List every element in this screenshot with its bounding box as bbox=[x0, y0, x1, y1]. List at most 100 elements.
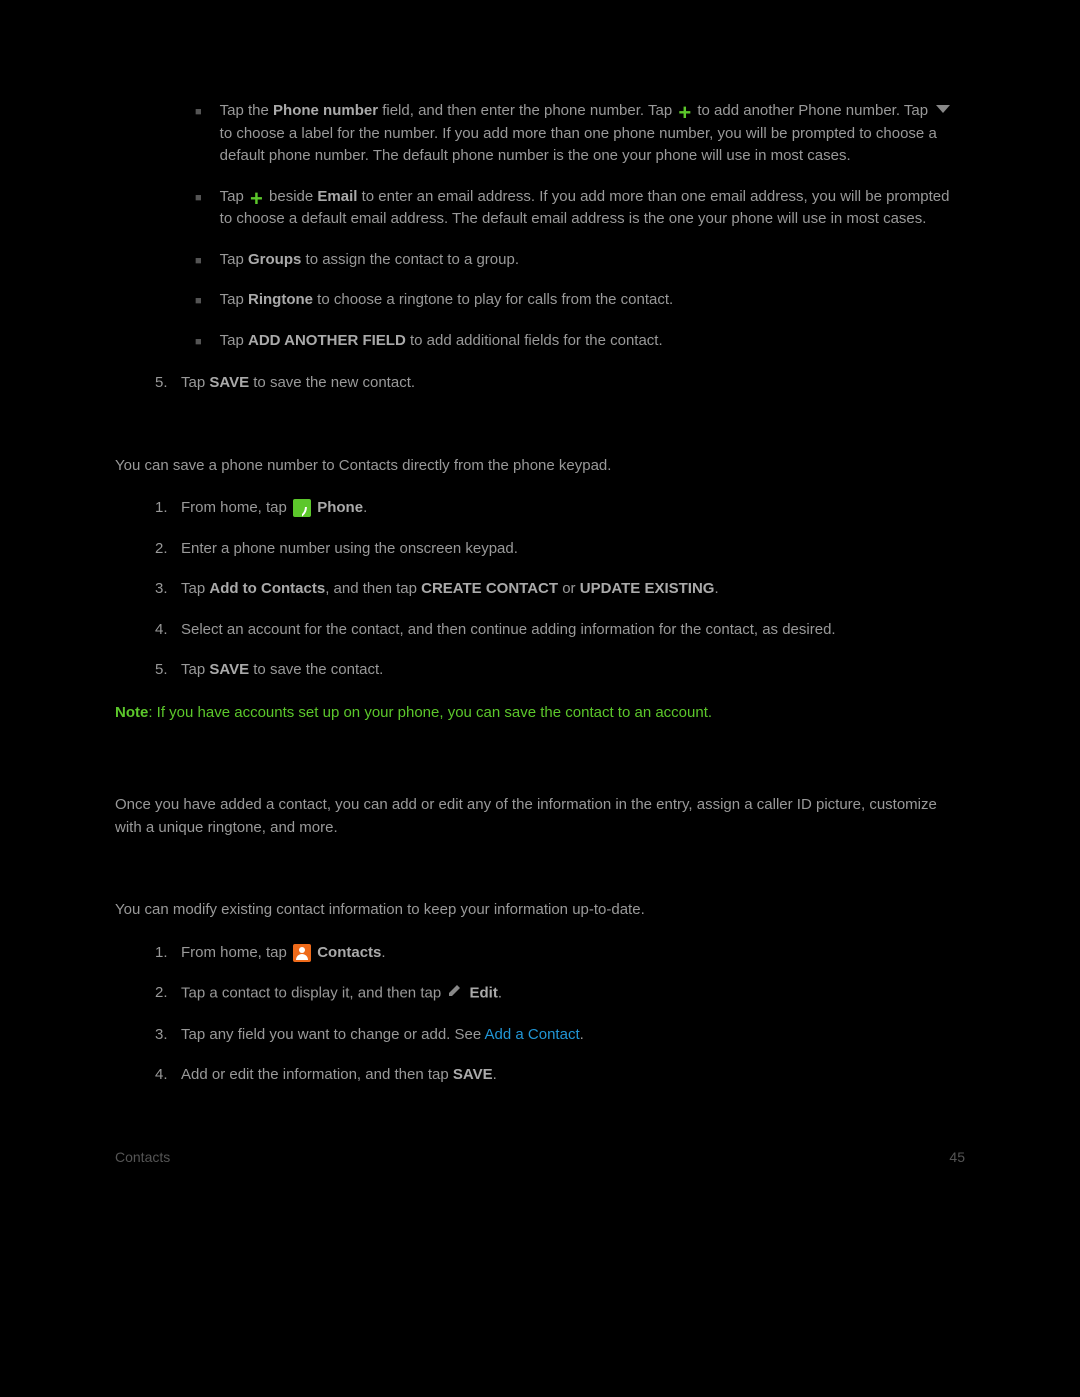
bold-text: CREATE CONTACT bbox=[421, 580, 558, 597]
list-text: Tap Add to Contacts, and then tap CREATE… bbox=[181, 578, 965, 601]
numbered-list: 1. From home, tap Contacts. 2. Tap a con… bbox=[155, 942, 965, 1087]
text: Tap the bbox=[220, 102, 273, 119]
list-text: Tap any field you want to change or add.… bbox=[181, 1024, 965, 1047]
contacts-icon bbox=[293, 944, 311, 962]
list-number: 1. bbox=[155, 497, 181, 520]
bullet-marker: ■ bbox=[195, 104, 202, 168]
list-item: 5. Tap SAVE to save the new contact. bbox=[155, 372, 965, 395]
bullet-item: ■ Tap + beside Email to enter an email a… bbox=[195, 186, 965, 231]
list-text: Tap a contact to display it, and then ta… bbox=[181, 982, 965, 1006]
paragraph: You can modify existing contact informat… bbox=[115, 899, 965, 922]
bullet-text: Tap the Phone number field, and then ent… bbox=[220, 100, 965, 168]
sub-bullet-list: ■ Tap the Phone number field, and then e… bbox=[195, 100, 965, 352]
text: to add additional fields for the contact… bbox=[406, 332, 663, 349]
footer-page-number: 45 bbox=[949, 1147, 965, 1168]
text: to choose a ringtone to play for calls f… bbox=[313, 291, 673, 308]
note: Note: If you have accounts set up on you… bbox=[115, 702, 965, 725]
bullet-item: ■ Tap the Phone number field, and then e… bbox=[195, 100, 965, 168]
bold-text: Add to Contacts bbox=[209, 580, 325, 597]
bold-text: Groups bbox=[248, 251, 301, 268]
bullet-marker: ■ bbox=[195, 190, 202, 231]
list-text: Enter a phone number using the onscreen … bbox=[181, 538, 965, 561]
list-item: 2. Tap a contact to display it, and then… bbox=[155, 982, 965, 1006]
paragraph: You can save a phone number to Contacts … bbox=[115, 455, 965, 478]
bold-text: Edit bbox=[470, 985, 498, 1002]
pencil-icon bbox=[447, 982, 463, 1006]
text: , and then tap bbox=[325, 580, 421, 597]
list-number: 4. bbox=[155, 619, 181, 642]
list-number: 3. bbox=[155, 578, 181, 601]
bold-text: UPDATE EXISTING bbox=[580, 580, 715, 597]
text: to assign the contact to a group. bbox=[301, 251, 519, 268]
text: or bbox=[558, 580, 580, 597]
list-number: 5. bbox=[155, 372, 181, 395]
text: to choose a label for the number. If you… bbox=[220, 125, 937, 165]
text: . bbox=[580, 1026, 584, 1043]
bold-text: Contacts bbox=[317, 944, 381, 961]
bullet-marker: ■ bbox=[195, 253, 202, 272]
bold-text: Phone bbox=[317, 499, 363, 516]
text: From home, tap bbox=[181, 944, 291, 961]
text: Add or edit the information, and then ta… bbox=[181, 1066, 453, 1083]
bullet-text: Tap + beside Email to enter an email add… bbox=[220, 186, 965, 231]
dropdown-icon bbox=[934, 100, 952, 123]
bullet-text: Tap Ringtone to choose a ringtone to pla… bbox=[220, 289, 965, 312]
text: field, and then enter the phone number. … bbox=[378, 102, 676, 119]
list-text: From home, tap Phone. bbox=[181, 497, 965, 520]
text: to add another Phone number. Tap bbox=[693, 102, 932, 119]
text: Tap bbox=[220, 188, 248, 205]
bold-text: ADD ANOTHER FIELD bbox=[248, 332, 406, 349]
text: . bbox=[498, 985, 502, 1002]
phone-icon bbox=[293, 499, 311, 517]
text: Tap bbox=[181, 661, 209, 678]
list-item: 4. Select an account for the contact, an… bbox=[155, 619, 965, 642]
list-text: Select an account for the contact, and t… bbox=[181, 619, 965, 642]
text: Tap bbox=[220, 251, 248, 268]
paragraph: Once you have added a contact, you can a… bbox=[115, 794, 965, 839]
text: beside bbox=[265, 188, 318, 205]
list-number: 3. bbox=[155, 1024, 181, 1047]
text: Tap bbox=[220, 332, 248, 349]
bullet-item: ■ Tap Ringtone to choose a ringtone to p… bbox=[195, 289, 965, 312]
bold-text: Email bbox=[317, 188, 357, 205]
list-item: 5. Tap SAVE to save the contact. bbox=[155, 659, 965, 682]
text: Tap bbox=[181, 374, 209, 391]
bold-text: SAVE bbox=[453, 1066, 493, 1083]
page-footer: Contacts 45 bbox=[115, 1147, 965, 1168]
bullet-marker: ■ bbox=[195, 293, 202, 312]
list-number: 4. bbox=[155, 1064, 181, 1087]
text: . bbox=[714, 580, 718, 597]
list-text: Tap SAVE to save the contact. bbox=[181, 659, 965, 682]
numbered-list: 1. From home, tap Phone. 2. Enter a phon… bbox=[155, 497, 965, 682]
list-item: 3. Tap Add to Contacts, and then tap CRE… bbox=[155, 578, 965, 601]
bullet-item: ■ Tap ADD ANOTHER FIELD to add additiona… bbox=[195, 330, 965, 353]
list-item: 3. Tap any field you want to change or a… bbox=[155, 1024, 965, 1047]
text: . bbox=[493, 1066, 497, 1083]
bullet-item: ■ Tap Groups to assign the contact to a … bbox=[195, 249, 965, 272]
list-text: From home, tap Contacts. bbox=[181, 942, 965, 965]
list-number: 2. bbox=[155, 982, 181, 1006]
list-item: 1. From home, tap Contacts. bbox=[155, 942, 965, 965]
list-item: 1. From home, tap Phone. bbox=[155, 497, 965, 520]
bold-text: SAVE bbox=[209, 374, 249, 391]
note-label: Note bbox=[115, 704, 148, 721]
text: Tap any field you want to change or add.… bbox=[181, 1026, 485, 1043]
link-add-a-contact[interactable]: Add a Contact bbox=[485, 1026, 580, 1043]
bold-text: Ringtone bbox=[248, 291, 313, 308]
footer-section: Contacts bbox=[115, 1147, 170, 1168]
list-number: 2. bbox=[155, 538, 181, 561]
note-text: : If you have accounts set up on your ph… bbox=[148, 704, 712, 721]
list-item: 2. Enter a phone number using the onscre… bbox=[155, 538, 965, 561]
bold-text: SAVE bbox=[209, 661, 249, 678]
bullet-text: Tap ADD ANOTHER FIELD to add additional … bbox=[220, 330, 965, 353]
text: Tap bbox=[220, 291, 248, 308]
text: to save the contact. bbox=[249, 661, 383, 678]
text: . bbox=[363, 499, 367, 516]
list-text: Tap SAVE to save the new contact. bbox=[181, 372, 965, 395]
text: to save the new contact. bbox=[249, 374, 415, 391]
list-number: 5. bbox=[155, 659, 181, 682]
list-item: 4. Add or edit the information, and then… bbox=[155, 1064, 965, 1087]
numbered-list: 5. Tap SAVE to save the new contact. bbox=[155, 372, 965, 395]
list-number: 1. bbox=[155, 942, 181, 965]
text: Tap bbox=[181, 580, 209, 597]
